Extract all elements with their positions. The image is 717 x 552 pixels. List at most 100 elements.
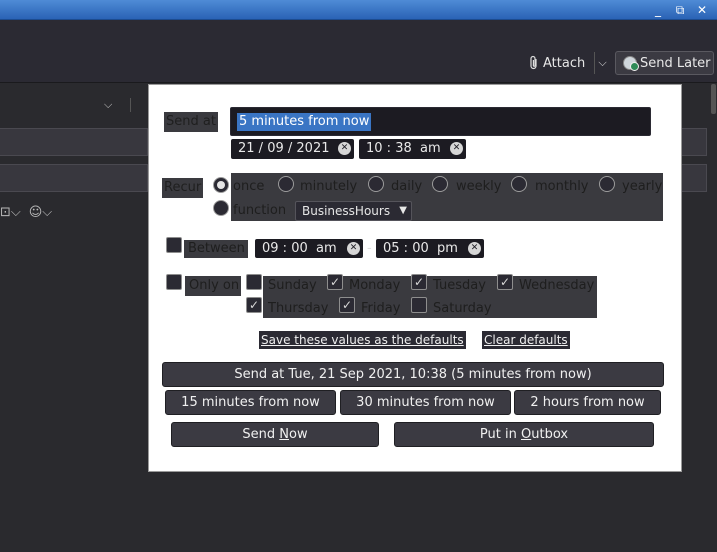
send-later-button[interactable]: Send Later [615,51,714,75]
between-to-time[interactable]: 05 : 00 pm ✕ [376,239,484,258]
day-monday-label: Monday [349,278,401,293]
time-input[interactable]: 10 : 38 am ✕ [359,139,466,159]
send-now-button[interactable]: Send Now [171,422,379,447]
recur-function-radio[interactable] [213,200,229,216]
subject-field-right[interactable] [681,164,707,192]
send-at-input[interactable]: 5 minutes from now [230,107,651,136]
day-friday-checkbox[interactable]: ✓ [339,297,355,313]
recur-label: Recur [162,178,204,198]
send-now-suffix: ow [289,427,308,442]
recipient-field-right[interactable] [681,128,707,156]
recur-yearly-label: yearly [622,179,663,194]
attach-dropdown-chevron-icon[interactable]: ⌵ [594,52,610,74]
function-select[interactable]: BusinessHours ▼ [295,201,412,221]
day-saturday-checkbox[interactable] [411,297,427,313]
recur-daily-label: daily [391,179,423,194]
clear-defaults-label: Clear defaults [484,333,568,347]
between-separator: - [367,241,372,256]
day-thursday-checkbox[interactable]: ✓ [246,297,262,313]
divider [130,98,131,112]
between-to-ampm: pm [437,241,458,256]
day-tuesday-checkbox[interactable]: ✓ [411,274,427,290]
send-30-min-button[interactable]: 30 minutes from now [340,390,511,415]
recur-once-radio[interactable] [213,177,229,193]
send-later-icon [623,56,639,71]
day-thursday-label: Thursday [268,301,329,316]
between-from-minute: 00 [291,241,308,256]
outbox-prefix: Put in [479,427,521,442]
function-select-value: BusinessHours [302,204,391,218]
recur-weekly-label: weekly [456,179,502,194]
date-day: 21 [238,141,255,156]
between-to-minute: 00 [412,241,429,256]
minimize-icon[interactable]: _ [650,2,666,18]
subject-field[interactable] [0,164,148,192]
send-now-prefix: Send [242,427,280,442]
send-at-button[interactable]: Send at Tue, 21 Sep 2021, 10:38 (5 minut… [162,362,664,387]
recipient-field[interactable] [0,128,148,156]
from-chevron-down-icon[interactable]: ⌵ [104,98,112,112]
day-sunday-label: Sunday [268,278,317,293]
clear-date-icon[interactable]: ✕ [338,142,351,155]
chevron-down-icon: ▼ [399,205,407,216]
recur-function-label: function [233,203,287,218]
send-2-hours-button[interactable]: 2 hours from now [514,390,661,415]
attach-button[interactable]: Attach [529,53,585,73]
day-wednesday-checkbox[interactable]: ✓ [497,274,513,290]
send-15-min-button[interactable]: 15 minutes from now [165,390,336,415]
time-minute: 38 [395,141,412,156]
recur-weekly-radio[interactable] [432,176,448,192]
send-now-accesskey: N [279,427,289,442]
send-later-popup: Send at 5 minutes from now 21 / 09 / 202… [148,84,682,472]
time-ampm: am [420,141,441,156]
recur-yearly-radio[interactable] [599,176,615,192]
recur-monthly-radio[interactable] [511,176,527,192]
between-label: Between [188,241,245,256]
recur-minutely-label: minutely [300,179,358,194]
save-defaults-label: Save these values as the defaults [261,333,464,347]
clear-between-to-icon[interactable]: ✕ [468,242,481,255]
attach-label: Attach [543,55,586,71]
toolbar-divider [0,82,717,83]
day-saturday-label: Saturday [433,301,492,316]
recur-daily-radio[interactable] [368,176,384,192]
day-tuesday-label: Tuesday [433,278,486,293]
save-defaults-button[interactable]: Save these values as the defaults [259,331,466,349]
only-on-label: Only on [189,278,240,293]
clear-between-from-icon[interactable]: ✕ [347,242,360,255]
day-wednesday-label: Wednesday [519,278,595,293]
outbox-suffix: utbox [531,427,569,442]
window-titlebar: _ ⧉ ✕ [0,0,717,20]
clear-defaults-button[interactable]: Clear defaults [482,331,570,349]
between-from-time[interactable]: 09 : 00 am ✕ [255,239,363,258]
image-icon[interactable]: ⊡⌵ [0,205,21,220]
put-in-outbox-button[interactable]: Put in Outbox [394,422,654,447]
between-from-hour: 09 [262,241,279,256]
send-later-label: Send Later [640,55,711,71]
close-icon[interactable]: ✕ [694,2,710,18]
day-friday-label: Friday [361,301,401,316]
send-at-value: 5 minutes from now [237,113,372,131]
emoji-icon[interactable]: ☺⌵ [29,205,52,220]
format-toolbar: ⊡⌵ ☺⌵ [0,205,52,220]
restore-icon[interactable]: ⧉ [672,2,688,18]
between-from-ampm: am [316,241,337,256]
date-month: 09 [267,141,284,156]
outbox-accesskey: O [521,427,532,442]
recur-monthly-label: monthly [535,179,589,194]
only-on-checkbox[interactable] [166,274,182,290]
date-input[interactable]: 21 / 09 / 2021 ✕ [231,139,354,159]
day-sunday-checkbox[interactable] [246,274,262,290]
between-checkbox[interactable] [166,237,182,253]
paperclip-icon [530,55,537,70]
send-at-label: Send at [164,112,218,132]
clear-time-icon[interactable]: ✕ [450,142,463,155]
date-year: 2021 [296,141,330,156]
between-to-hour: 05 [383,241,400,256]
scrollbar-track[interactable] [709,83,717,552]
recur-minutely-radio[interactable] [278,176,294,192]
day-monday-checkbox[interactable]: ✓ [327,274,343,290]
recur-once-label: once [233,179,265,194]
scrollbar-thumb[interactable] [711,84,716,114]
time-hour: 10 [366,141,383,156]
